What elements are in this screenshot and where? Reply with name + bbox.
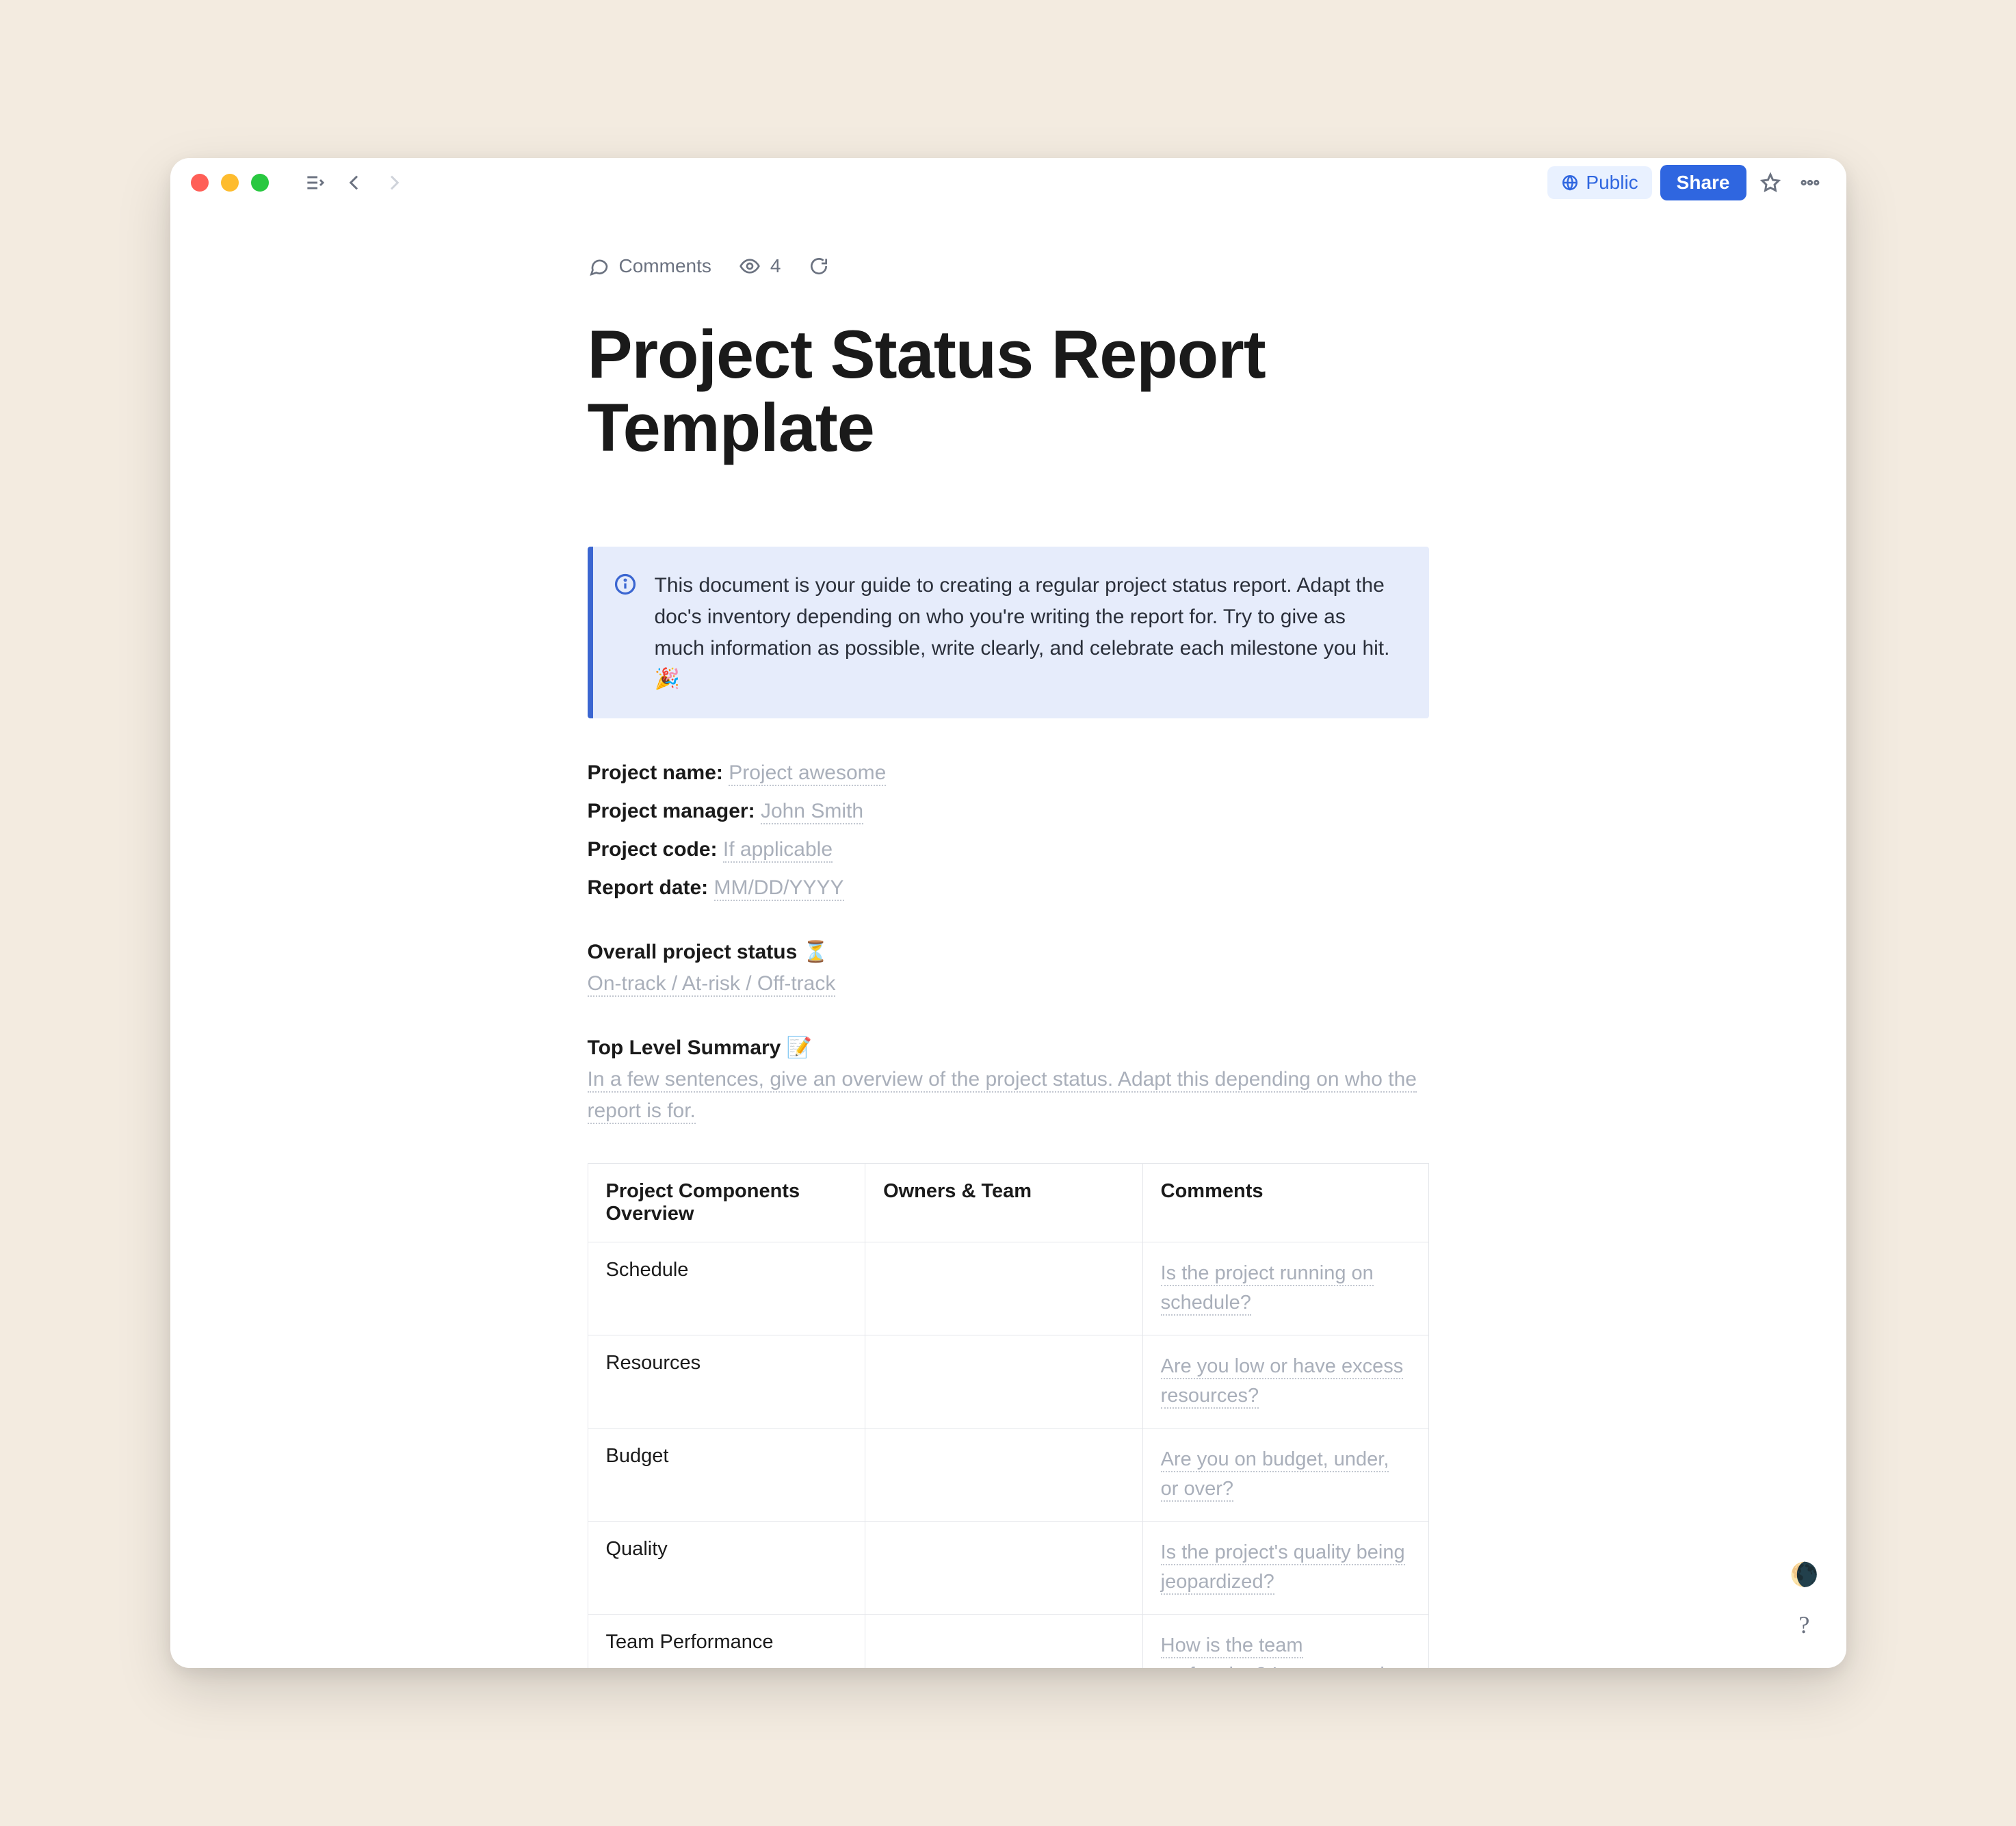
more-button[interactable] <box>1794 167 1826 198</box>
refresh-icon <box>808 255 830 277</box>
summary-heading[interactable]: Top Level Summary 📝 <box>588 1036 1429 1060</box>
component-cell[interactable]: Schedule <box>588 1242 865 1335</box>
table-header: Owners & Team <box>865 1163 1143 1242</box>
view-count: 4 <box>770 255 781 277</box>
component-cell[interactable]: Resources <box>588 1335 865 1428</box>
owners-cell[interactable] <box>865 1521 1143 1614</box>
owners-cell[interactable] <box>865 1242 1143 1335</box>
refresh-button[interactable] <box>808 255 830 277</box>
views-indicator[interactable]: 4 <box>739 255 781 277</box>
status-placeholder[interactable]: On-track / At-risk / Off-track <box>588 968 1429 1000</box>
ellipsis-icon <box>1799 172 1821 194</box>
document-body: Comments 4 Project Status Report Templat… <box>588 207 1429 1668</box>
comments-cell[interactable]: Are you on budget, under, or over? <box>1142 1428 1428 1521</box>
field-report-date: Report date: MM/DD/YYYY <box>588 872 1429 904</box>
component-cell[interactable]: Budget <box>588 1428 865 1521</box>
comments-cell[interactable]: Are you low or have excess resources? <box>1142 1335 1428 1428</box>
table-row[interactable]: Budget Are you on budget, under, or over? <box>588 1428 1428 1521</box>
comments-label: Comments <box>619 255 711 277</box>
app-window: Public Share Comments 4 <box>170 158 1846 1668</box>
table-header: Comments <box>1142 1163 1428 1242</box>
field-label: Project code: <box>588 838 718 861</box>
help-button[interactable]: ? <box>1798 1610 1809 1639</box>
share-button[interactable]: Share <box>1660 165 1746 200</box>
field-label: Report date: <box>588 876 709 899</box>
star-icon <box>1759 172 1781 194</box>
close-window-button[interactable] <box>191 174 209 192</box>
doc-meta-row: Comments 4 <box>588 255 1429 277</box>
owners-cell[interactable] <box>865 1335 1143 1428</box>
table-row[interactable]: Quality Is the project's quality being je… <box>588 1521 1428 1614</box>
eye-icon <box>739 255 761 277</box>
comments-cell[interactable]: Is the project's quality being jeopardiz… <box>1142 1521 1428 1614</box>
comment-icon <box>588 255 610 277</box>
table-row[interactable]: Resources Are you low or have excess reso… <box>588 1335 1428 1428</box>
table-row[interactable]: Team Performance How is the team performi… <box>588 1614 1428 1668</box>
back-button[interactable] <box>339 167 370 198</box>
window-controls <box>191 174 269 192</box>
titlebar: Public Share <box>170 158 1846 207</box>
share-label: Share <box>1677 172 1730 194</box>
field-placeholder[interactable]: If applicable <box>723 838 833 863</box>
table-header-row: Project Components Overview Owners & Tea… <box>588 1163 1428 1242</box>
table-row[interactable]: Schedule Is the project running on schedu… <box>588 1242 1428 1335</box>
field-placeholder[interactable]: John Smith <box>761 800 863 824</box>
owners-cell[interactable] <box>865 1614 1143 1668</box>
field-placeholder[interactable]: MM/DD/YYYY <box>714 876 844 901</box>
table-header: Project Components Overview <box>588 1163 865 1242</box>
maximize-window-button[interactable] <box>251 174 269 192</box>
comments-cell[interactable]: How is the team performing? Is someone i… <box>1142 1614 1428 1668</box>
components-table[interactable]: Project Components Overview Owners & Tea… <box>588 1163 1429 1668</box>
owners-cell[interactable] <box>865 1428 1143 1521</box>
sidebar-toggle-button[interactable] <box>299 167 330 198</box>
public-label: Public <box>1586 172 1638 194</box>
favorite-button[interactable] <box>1755 167 1786 198</box>
callout-text: This document is your guide to creating … <box>655 570 1402 696</box>
info-callout[interactable]: This document is your guide to creating … <box>588 547 1429 719</box>
field-placeholder[interactable]: Project awesome <box>729 761 886 786</box>
component-cell[interactable]: Team Performance <box>588 1614 865 1668</box>
field-project-name: Project name: Project awesome <box>588 757 1429 790</box>
project-meta-fields[interactable]: Project name: Project awesome Project ma… <box>588 757 1429 904</box>
theme-toggle-button[interactable]: 🌘 <box>1790 1561 1818 1589</box>
field-label: Project manager: <box>588 800 755 822</box>
minimize-window-button[interactable] <box>221 174 239 192</box>
public-badge[interactable]: Public <box>1547 166 1651 199</box>
summary-placeholder[interactable]: In a few sentences, give an overview of … <box>588 1064 1429 1127</box>
status-heading[interactable]: Overall project status ⏳ <box>588 940 1429 964</box>
forward-button[interactable] <box>378 167 410 198</box>
globe-icon <box>1561 174 1579 192</box>
field-label: Project name: <box>588 761 723 784</box>
component-cell[interactable]: Quality <box>588 1521 865 1614</box>
field-project-manager: Project manager: John Smith <box>588 795 1429 828</box>
comments-button[interactable]: Comments <box>588 255 711 277</box>
info-icon <box>614 573 637 596</box>
field-project-code: Project code: If applicable <box>588 833 1429 866</box>
comments-cell[interactable]: Is the project running on schedule? <box>1142 1242 1428 1335</box>
floating-actions: 🌘 ? <box>1790 1561 1818 1639</box>
page-title[interactable]: Project Status Report Template <box>588 318 1429 465</box>
